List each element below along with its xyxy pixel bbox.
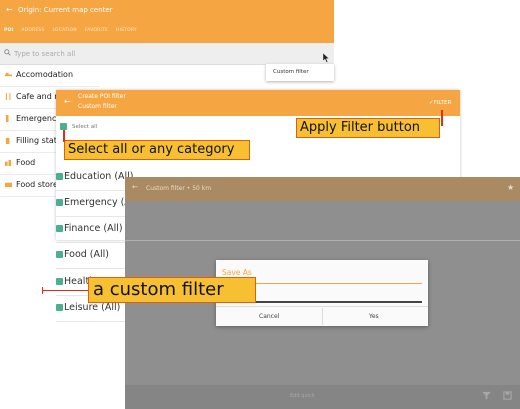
annotation-select-all: Select all or any category	[64, 140, 250, 160]
fuel-icon	[5, 137, 10, 144]
category-label: Food store	[16, 180, 58, 189]
yes-button[interactable]: Yes	[369, 313, 379, 320]
select-all-label: Select all	[72, 124, 98, 130]
dropdown-item-custom-filter[interactable]: Custom filter	[266, 64, 334, 81]
filter-category-label: Leisure (All)	[64, 302, 121, 313]
search-input[interactable]: Type to search all	[14, 50, 75, 58]
category-row[interactable]: Accomodation	[0, 64, 100, 87]
tab-location[interactable]: LOCATION	[53, 28, 77, 33]
dialog-title: Save As	[222, 268, 252, 277]
tab-history[interactable]: HISTORY	[116, 28, 137, 33]
search-icon	[4, 49, 11, 56]
filter-button[interactable]: ✓FILTER	[429, 100, 451, 106]
category-checkbox[interactable]	[56, 251, 63, 258]
tab-favorite[interactable]: FAVORITE	[85, 28, 108, 33]
filter-button-label: FILTER	[433, 100, 452, 106]
filter-category-label: Finance (All)	[64, 223, 123, 234]
dialog-divider	[216, 306, 428, 307]
tab-poi[interactable]: POI	[4, 28, 13, 33]
store-icon	[5, 182, 12, 188]
screen2-title: Create POI filter	[78, 93, 126, 100]
category-label: Emergency	[16, 114, 62, 123]
category-checkbox[interactable]	[56, 304, 63, 311]
divider	[125, 240, 520, 241]
screen1-title: Origin: Current map center	[18, 6, 113, 14]
search-tabs: POI ADDRESS LOCATION FAVORITE HISTORY	[4, 28, 137, 33]
back-arrow-icon[interactable]: ←	[6, 5, 13, 14]
annotation-apply-filter: Apply Filter button	[296, 118, 440, 138]
bed-icon	[5, 72, 12, 77]
annotation-custom-filter: a custom filter	[88, 277, 256, 303]
screen3-title: Custom filter • 50 km	[146, 185, 212, 192]
pointer-line-custom-filter-tick	[42, 287, 43, 294]
category-checkbox[interactable]	[56, 173, 63, 180]
category-checkbox[interactable]	[56, 199, 63, 206]
mouse-cursor-icon	[323, 53, 330, 63]
star-icon[interactable]: ★	[507, 183, 514, 192]
tab-address[interactable]: ADDRESS	[21, 28, 44, 33]
emergency-icon	[5, 115, 9, 122]
filter-category-label: Food (All)	[64, 249, 109, 260]
back-arrow-icon[interactable]: ←	[132, 183, 138, 191]
filter-category-label: Education (All)	[64, 171, 134, 182]
save-icon[interactable]	[503, 391, 512, 400]
pointer-line-custom-filter	[42, 290, 88, 291]
select-all-checkbox[interactable]	[60, 123, 67, 130]
category-label: Accomodation	[16, 70, 74, 79]
bottom-bar	[125, 385, 520, 409]
cancel-button[interactable]: Cancel	[259, 313, 279, 320]
food-icon	[5, 159, 12, 166]
dialog-button-divider	[322, 308, 323, 325]
filter-icon[interactable]	[482, 391, 491, 400]
category-label: Food	[16, 158, 36, 167]
screen2-subtitle: Custom filter	[78, 103, 117, 110]
category-checkbox[interactable]	[56, 225, 63, 232]
edit-quick-button[interactable]: Edit quick	[290, 393, 315, 399]
back-arrow-icon[interactable]: ←	[64, 97, 71, 106]
pointer-line-apply-filter	[441, 110, 443, 126]
category-checkbox[interactable]	[56, 278, 63, 285]
fork-knife-icon	[5, 93, 11, 100]
pointer-line-select-all	[63, 130, 65, 142]
